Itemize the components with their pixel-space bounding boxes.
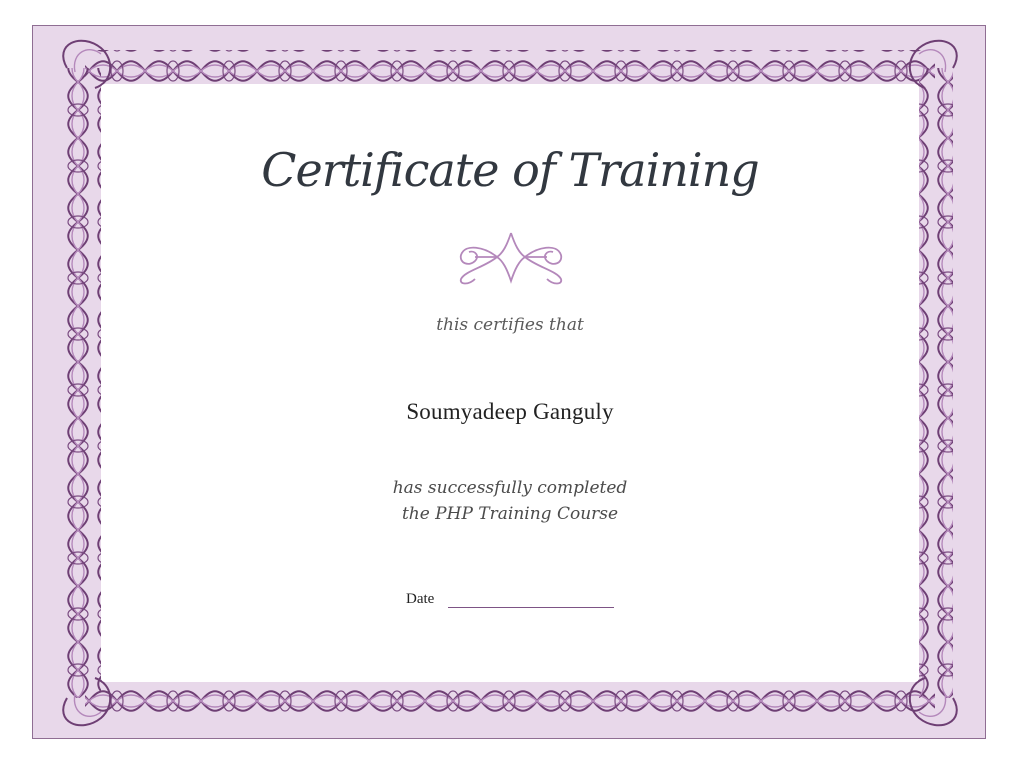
certificate-title: Certificate of Training — [261, 143, 759, 197]
completion-line-2: the PHP Training Course — [401, 504, 619, 524]
recipient-name: Soumyadeep Ganguly — [406, 399, 614, 424]
certifies-that-text: this certifies that — [436, 315, 584, 335]
date-row: Date — [406, 591, 626, 611]
ornamental-flourish-icon — [459, 232, 563, 285]
completion-statement: has successfully completed the PHP Train… — [33, 475, 987, 527]
completion-line-1: has successfully completed — [392, 478, 628, 498]
date-label: Date — [406, 591, 435, 607]
date-signature-line — [448, 607, 614, 608]
certificate-frame: Certificate of Training this certifies t… — [32, 25, 986, 739]
